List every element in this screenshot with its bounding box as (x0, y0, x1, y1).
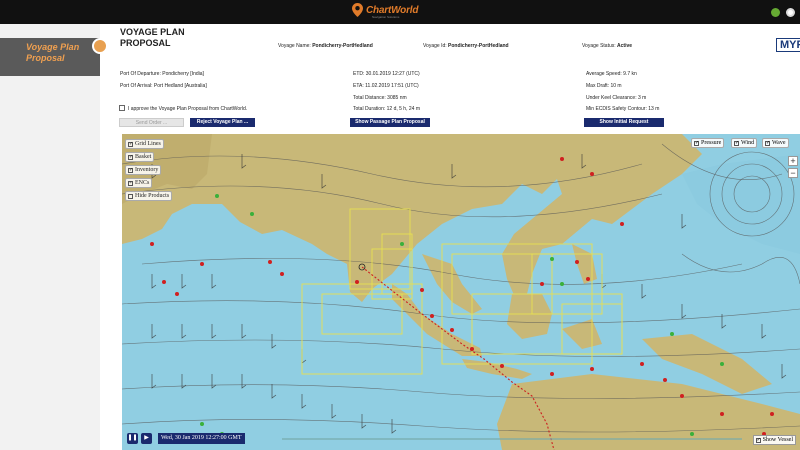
max-draft: Max Draft: 10 m (586, 83, 622, 89)
voyage-id: Voyage Id: Pondicherry-PortHedland (423, 43, 509, 49)
time-slider[interactable] (282, 438, 742, 440)
toggle-label: Pressure (701, 140, 722, 146)
weather-chart-map[interactable]: ✓ Grid Lines ✓ Basket ✓ Inventory + ENCs Hid… (122, 134, 800, 450)
toggle-wind[interactable]: ✓ Wind (731, 138, 758, 148)
voyage-status-label: Voyage Status: (582, 43, 616, 49)
checkbox-icon: ✓ (694, 140, 700, 146)
layer-label: ENCs (135, 180, 150, 186)
layer-label: Hide Products (135, 193, 170, 199)
logo-text: ChartWorld (366, 4, 419, 16)
sidebar-item-label: Voyage Plan Proposal (26, 42, 80, 63)
layer-label: Grid Lines (135, 141, 161, 147)
toggle-label: Wave (772, 140, 786, 146)
send-order-button[interactable]: Send Order ... (119, 118, 184, 127)
total-duration: Total Duration: 12 d, 5 h, 24 m (353, 106, 420, 112)
checkbox-icon: ✓ (765, 140, 771, 146)
show-initial-request-button[interactable]: Show Initial Request (584, 118, 664, 127)
layer-basket[interactable]: ✓ Basket (125, 152, 155, 162)
play-button[interactable]: ▶ (141, 433, 152, 444)
voyage-status-value: Active (617, 43, 633, 49)
voyage-name-value: Pondicherry-PortHedland (312, 43, 373, 49)
app-title-bar: ChartWorld Navigation Solutions (0, 0, 800, 24)
voyage-id-label: Voyage Id: (423, 43, 447, 49)
sidebar: Voyage Plan Proposal (0, 24, 100, 450)
pause-button[interactable]: ❚❚ (127, 433, 138, 444)
voyage-name: Voyage Name: Pondicherry-PortHedland (278, 43, 373, 49)
toggle-label: Wind (741, 140, 755, 146)
status-icon[interactable] (771, 8, 780, 17)
layer-label: Inventory (135, 167, 159, 173)
reject-voyage-plan-button[interactable]: Reject Voyage Plan ... (190, 118, 255, 127)
logo-subtitle: Navigation Solutions (372, 15, 400, 19)
zoom-in-button[interactable]: + (788, 156, 798, 166)
map-pin-icon (352, 3, 363, 17)
port-of-departure: Port Of Departure: Pondicherry [India] (120, 71, 204, 77)
approve-checkbox[interactable] (119, 105, 125, 111)
settings-icon[interactable] (786, 8, 795, 17)
map-canvas[interactable] (122, 134, 800, 450)
min-safety-contour: Min ECDIS Safety Contour: 13 m (586, 106, 660, 112)
toggle-wave[interactable]: ✓ Wave (762, 138, 789, 148)
port-of-arrival: Port Of Arrival: Port Hedland [Australia… (120, 83, 207, 89)
etd: ETD: 30.01.2019 12:27 (UTC) (353, 71, 420, 77)
checkbox-icon: ✓ (128, 167, 134, 173)
voyage-id-value: Pondicherry-PortHedland (448, 43, 509, 49)
checkbox-icon: ✓ (755, 437, 761, 443)
layer-encs[interactable]: + ENCs (125, 178, 153, 188)
total-distance: Total Distance: 3085 nm (353, 95, 407, 101)
brand-logo: MYP (776, 38, 800, 52)
toggle-pressure[interactable]: ✓ Pressure (691, 138, 725, 148)
title-line-2: PROPOSAL (120, 38, 171, 48)
under-keel-clearance: Under Keel Clearance: 3 m (586, 95, 647, 101)
show-vessel-label: Show Vessel (762, 437, 793, 443)
plus-icon: + (128, 180, 133, 186)
approve-label: I approve the Voyage Plan Proposal from … (128, 106, 248, 112)
voyage-plan-icon (92, 38, 108, 54)
checkbox-icon: ✓ (128, 141, 134, 147)
voyage-name-label: Voyage Name: (278, 43, 311, 49)
voyage-status: Voyage Status: Active (582, 43, 632, 49)
timestamp-display: Wed, 30 Jan 2019 12:27:00 GMT (158, 433, 245, 444)
show-vessel-toggle[interactable]: ✓ Show Vessel (752, 435, 796, 445)
checkbox-icon: ✓ (128, 154, 134, 160)
average-speed: Average Speed: 9.7 kn (586, 71, 637, 77)
title-line-1: VOYAGE PLAN (120, 27, 185, 37)
show-passage-plan-button[interactable]: Show Passage Plan Proposal (350, 118, 430, 127)
layer-label: Basket (135, 154, 152, 160)
layer-hide-products[interactable]: Hide Products (125, 191, 173, 201)
layer-grid-lines[interactable]: ✓ Grid Lines (125, 139, 164, 149)
page-title: VOYAGE PLAN PROPOSAL (120, 27, 185, 49)
zoom-out-button[interactable]: − (788, 168, 798, 178)
checkbox-icon (128, 193, 133, 199)
checkbox-icon: ✓ (734, 140, 740, 146)
layer-inventory[interactable]: ✓ Inventory (125, 165, 162, 175)
eta: ETA: 11.02.2019 17:51 (UTC) (353, 83, 419, 89)
